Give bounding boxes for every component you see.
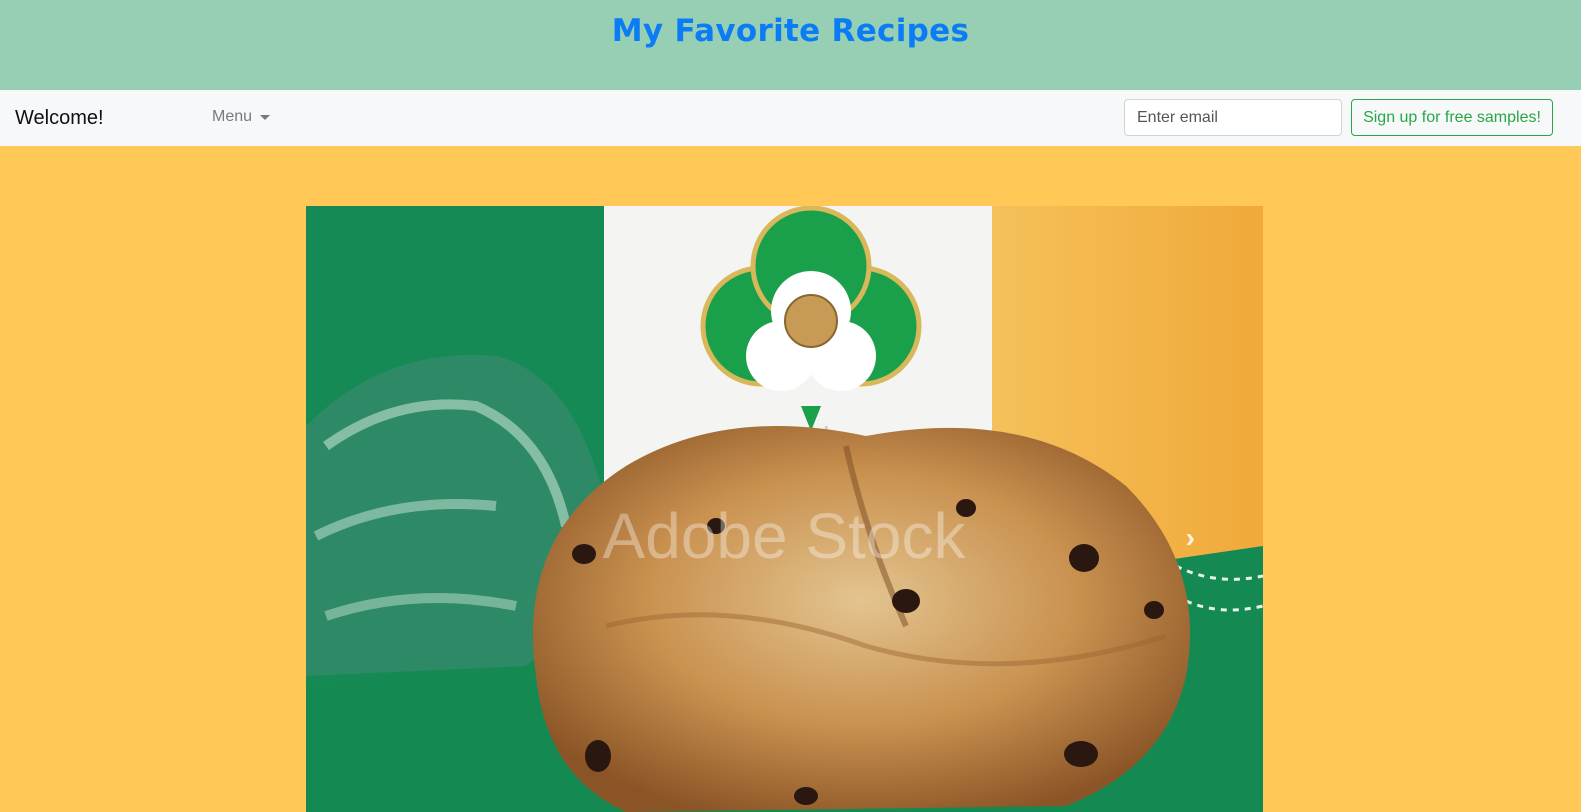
- navbar: Welcome! Menu Sign up for free samples!: [0, 90, 1581, 146]
- site-title: My Favorite Recipes: [611, 12, 970, 49]
- navbar-brand[interactable]: Welcome!: [15, 107, 104, 130]
- recipe-carousel: Adobe Stock ›: [306, 206, 1263, 812]
- chevron-right-icon[interactable]: ›: [1186, 522, 1195, 554]
- menu-label: Menu: [212, 108, 253, 125]
- soda-bread-image: Adobe Stock: [306, 206, 1263, 812]
- email-input[interactable]: [1124, 99, 1342, 136]
- site-banner: My Favorite Recipes: [0, 0, 1581, 90]
- caret-down-icon: [260, 115, 271, 120]
- signup-button[interactable]: Sign up for free samples!: [1351, 99, 1553, 136]
- menu-dropdown[interactable]: Menu: [212, 108, 271, 126]
- watermark-text: Adobe Stock: [603, 500, 967, 572]
